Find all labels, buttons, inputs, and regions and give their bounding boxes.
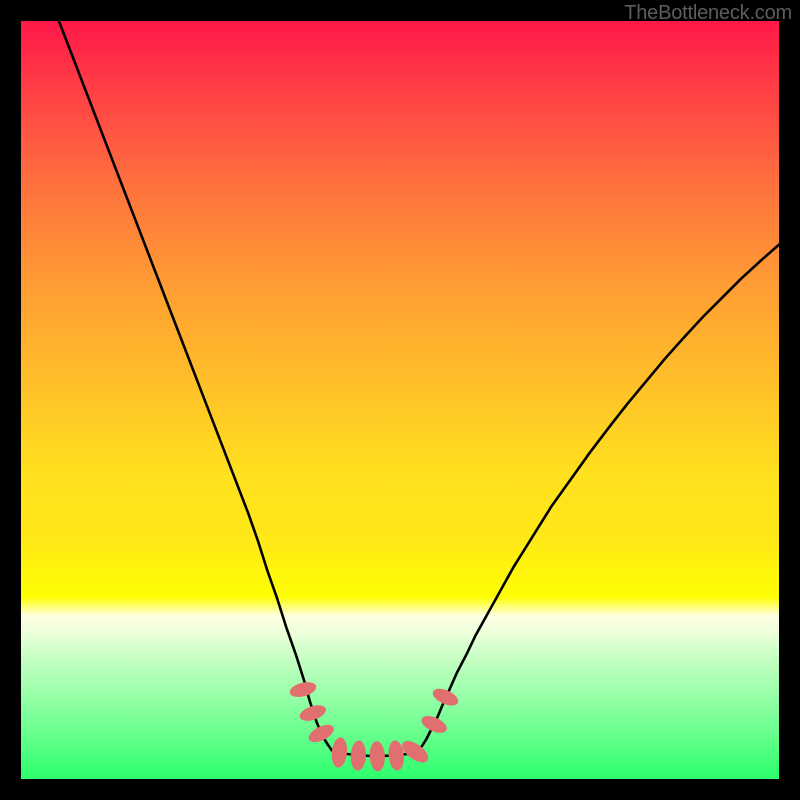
series-left-curve xyxy=(59,21,332,750)
curves-group xyxy=(59,21,779,756)
chart-frame: TheBottleneck.com xyxy=(0,0,800,800)
marker-m6 xyxy=(369,741,386,772)
marker-m2 xyxy=(298,702,328,724)
marker-m4 xyxy=(330,737,348,769)
marker-m1 xyxy=(288,680,318,700)
curve-layer xyxy=(21,21,779,779)
marker-m10 xyxy=(430,685,460,709)
marker-m9 xyxy=(419,713,449,737)
series-right-curve xyxy=(419,245,779,751)
marker-m3 xyxy=(306,721,337,745)
watermark-text: TheBottleneck.com xyxy=(624,2,792,25)
markers-group xyxy=(288,680,461,772)
marker-m5 xyxy=(350,740,367,771)
